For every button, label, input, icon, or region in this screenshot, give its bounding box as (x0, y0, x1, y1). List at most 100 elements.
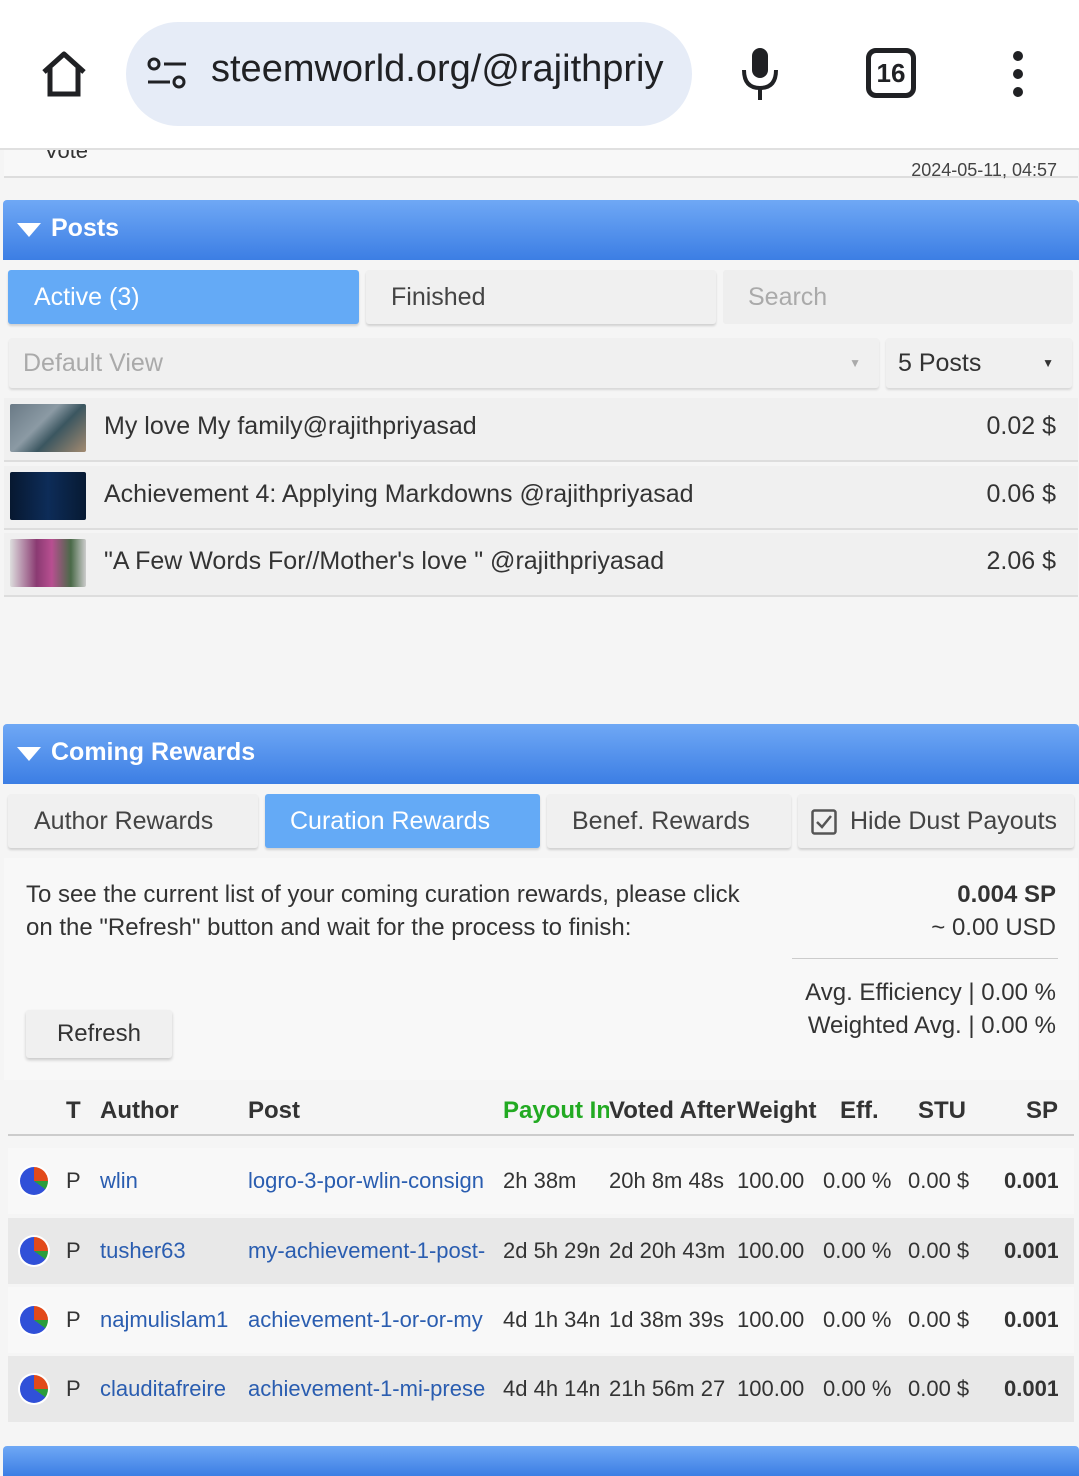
post-count-value: 5 Posts (898, 349, 982, 377)
table-header: T Author Post Payout In Voted After Weig… (8, 1088, 1074, 1136)
view-select-value: Default View (23, 349, 163, 377)
cell-post[interactable]: achievement-1-or-or-my (248, 1287, 488, 1353)
cell-post[interactable]: my-achievement-1-post- (248, 1218, 488, 1284)
post-count-select[interactable]: 5 Posts ▼ (886, 338, 1072, 388)
divider (792, 958, 1058, 959)
posts-header[interactable]: Posts (3, 200, 1079, 260)
url-text[interactable]: steemworld.org/@rajithpriy (211, 48, 681, 91)
next-section-header[interactable] (3, 1446, 1079, 1476)
column-header-sp[interactable]: SP (1008, 1088, 1058, 1134)
table-row[interactable]: P wlin logro-3-por-wlin-consign 2h 38m 2… (8, 1148, 1074, 1214)
cell-author[interactable]: wlin (100, 1148, 232, 1214)
microphone-icon[interactable] (738, 46, 782, 102)
post-thumbnail (10, 404, 86, 452)
post-value: 0.06 $ (986, 480, 1056, 508)
cell-stu: 0.00 $ (908, 1376, 970, 1401)
post-value: 2.06 $ (986, 547, 1056, 575)
avg-efficiency: Avg. Efficiency | 0.00 % (805, 979, 1056, 1006)
cell-type: P (66, 1376, 81, 1401)
site-settings-icon[interactable] (146, 56, 188, 92)
cell-eff: 0.00 % (823, 1168, 892, 1193)
cell-sp: 0.001 (1004, 1168, 1058, 1193)
post-title[interactable]: "A Few Words For//Mother's love " @rajit… (104, 547, 664, 576)
cell-stu: 0.00 $ (908, 1307, 970, 1332)
cell-post[interactable]: logro-3-por-wlin-consign (248, 1148, 488, 1214)
cell-voted-after: 2d 20h 43m (609, 1238, 725, 1263)
cell-eff: 0.00 % (823, 1307, 892, 1332)
vote-label: Vote (44, 150, 89, 163)
cell-voted-after: 21h 56m 27 (609, 1376, 725, 1401)
cell-post[interactable]: achievement-1-mi-prese (248, 1356, 488, 1422)
column-header-stu[interactable]: STU (918, 1088, 978, 1134)
cell-author[interactable]: clauditafreire (100, 1356, 232, 1422)
cell-voted-after: 20h 8m 48s (609, 1168, 724, 1193)
post-value: 0.02 $ (986, 412, 1056, 440)
cell-payout-in: 4d 1h 34m (503, 1307, 599, 1332)
browser-toolbar: steemworld.org/@rajithpriy 16 (0, 0, 1079, 150)
post-title[interactable]: My love My family@rajithpriyasad (104, 412, 477, 441)
collapse-triangle-icon[interactable] (17, 747, 41, 761)
hide-dust-toggle[interactable]: Hide Dust Payouts (798, 794, 1074, 848)
cell-weight: 100.00 (737, 1238, 805, 1263)
post-thumbnail (10, 472, 86, 520)
column-header-weight[interactable]: Weight (737, 1088, 823, 1134)
posts-title: Posts (51, 214, 120, 242)
efficiency-stats: Avg. Efficiency | 0.00 % Weighted Avg. |… (805, 976, 1056, 1042)
cell-sp: 0.001 (1004, 1376, 1058, 1401)
curation-info-panel: To see the current list of your coming c… (4, 858, 1078, 1080)
post-row[interactable]: Achievement 4: Applying Markdowns @rajit… (4, 466, 1078, 530)
vote-pie-icon[interactable] (20, 1306, 48, 1334)
vote-pie-icon[interactable] (20, 1375, 48, 1403)
post-title[interactable]: Achievement 4: Applying Markdowns @rajit… (104, 480, 694, 509)
cell-author[interactable]: tusher63 (100, 1218, 232, 1284)
cell-stu: 0.00 $ (908, 1168, 970, 1193)
weighted-avg: Weighted Avg. | 0.00 % (807, 1012, 1056, 1039)
tab-active-posts[interactable]: Active (3) (8, 270, 359, 324)
cell-payout-in: 2h 38m (503, 1168, 577, 1193)
cell-weight: 100.00 (737, 1168, 805, 1193)
column-header-type[interactable]: T (66, 1088, 90, 1134)
table-row[interactable]: P tusher63 my-achievement-1-post- 2d 5h … (8, 1218, 1074, 1284)
column-header-eff[interactable]: Eff. (840, 1088, 900, 1134)
tab-benef-rewards[interactable]: Benef. Rewards (547, 794, 791, 848)
post-row[interactable]: My love My family@rajithpriyasad 0.02 $ (4, 398, 1078, 462)
hide-dust-label: Hide Dust Payouts (850, 807, 1058, 835)
cell-type: P (66, 1238, 81, 1263)
cell-payout-in: 4d 4h 14m (503, 1376, 599, 1401)
cell-sp: 0.001 (1004, 1307, 1058, 1332)
cell-weight: 100.00 (737, 1376, 805, 1401)
table-row[interactable]: P clauditafreire achievement-1-mi-prese … (8, 1356, 1074, 1422)
home-icon[interactable] (38, 48, 90, 100)
column-header-payout-in[interactable]: Payout In (503, 1088, 609, 1134)
column-header-voted-after[interactable]: Voted After (609, 1088, 737, 1134)
cell-voted-after: 1d 38m 39s (609, 1307, 724, 1332)
vote-pie-icon[interactable] (20, 1237, 48, 1265)
tab-author-rewards[interactable]: Author Rewards (8, 794, 258, 848)
tab-switcher-icon[interactable]: 16 (866, 48, 916, 98)
coming-rewards-header[interactable]: Coming Rewards (3, 724, 1079, 784)
dropdown-caret-icon: ▼ (1042, 356, 1054, 370)
column-header-post[interactable]: Post (248, 1088, 488, 1134)
table-row[interactable]: P najmulislam1 achievement-1-or-or-my 4d… (8, 1287, 1074, 1353)
post-search-input[interactable]: Search (723, 270, 1073, 324)
post-thumbnail (10, 539, 86, 587)
cell-eff: 0.00 % (823, 1238, 892, 1263)
vote-pie-icon[interactable] (20, 1167, 48, 1195)
coming-rewards-title: Coming Rewards (51, 738, 256, 766)
reward-totals: 0.004 SP ~ 0.00 USD (931, 878, 1056, 944)
sp-total: 0.004 SP (957, 881, 1056, 908)
view-select[interactable]: Default View ▼ (9, 338, 879, 388)
column-header-author[interactable]: Author (100, 1088, 230, 1134)
cell-eff: 0.00 % (823, 1376, 892, 1401)
cell-author[interactable]: najmulislam1 (100, 1287, 232, 1353)
cell-type: P (66, 1307, 81, 1332)
tab-curation-rewards[interactable]: Curation Rewards (265, 794, 540, 848)
checkbox-checked-icon[interactable] (811, 809, 837, 835)
collapse-triangle-icon[interactable] (17, 223, 41, 237)
cell-weight: 100.00 (737, 1307, 805, 1332)
post-row[interactable]: "A Few Words For//Mother's love " @rajit… (4, 533, 1078, 597)
tab-finished-posts[interactable]: Finished (366, 270, 716, 324)
refresh-button[interactable]: Refresh (26, 1010, 172, 1058)
usd-total: ~ 0.00 USD (931, 914, 1056, 941)
more-menu-icon[interactable] (1008, 50, 1028, 100)
